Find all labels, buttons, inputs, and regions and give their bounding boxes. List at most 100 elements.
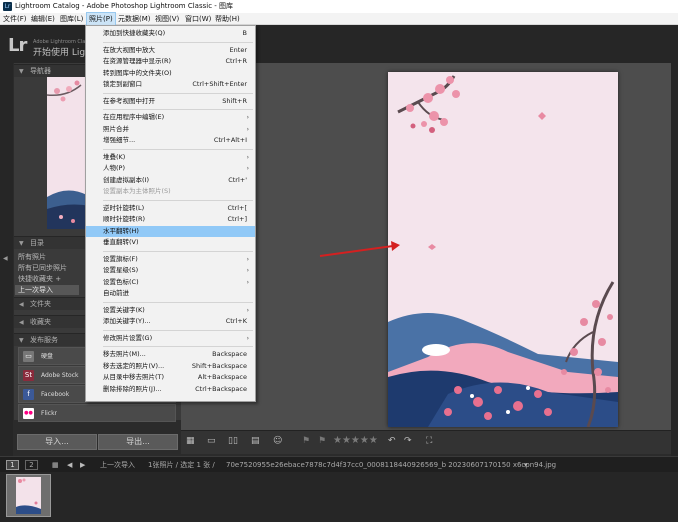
menu-item-label: 添加关键字(Y)... [103, 317, 151, 325]
menu-item-label: 移去选定的照片(V)... [103, 361, 165, 370]
photo-menu-item[interactable]: 在参考视图中打开 Shift+R [86, 96, 255, 107]
menu-item-label: 修改照片设置(G) [103, 333, 153, 342]
menu-item-shortcut: Ctrl+[ [227, 203, 247, 212]
survey-view-icon[interactable]: ▤ [251, 436, 260, 447]
menu-item-shortcut: Ctrl+] [227, 215, 247, 223]
rotate-left-icon[interactable]: ↶ [388, 436, 396, 447]
photo-menu-item[interactable]: 添加到快捷收藏夹(Q) B [86, 28, 255, 39]
menu-separator [103, 199, 253, 201]
menu-item-shortcut: Ctrl+Alt+I [213, 136, 247, 144]
photo-menu-item[interactable]: 添加关键字(Y)... Ctrl+K [86, 316, 255, 327]
page-2-button[interactable]: 2 [25, 460, 38, 470]
photo-menu-item[interactable]: 锁定到副窗口 Ctrl+Shift+Enter [86, 79, 255, 90]
menu-item-label: 逆时针旋转(L) [103, 203, 145, 212]
photo-menu-item[interactable]: 逆时针旋转(L) Ctrl+[ [86, 203, 255, 214]
filmstrip-source[interactable]: 上一次导入 [100, 457, 135, 473]
photo-menu-dropdown: 添加到快捷收藏夹(Q) B 在放大视图中放大 Enter 在资源管理器中显示(R) Ctr… [85, 25, 256, 402]
photo-menu-item[interactable]: 在放大视图中放大 Enter [86, 45, 255, 56]
menu-item-shortcut: Enter [229, 45, 247, 54]
photo-menu-item[interactable]: 移去照片(M)... Backspace [86, 349, 255, 360]
grid-view-icon[interactable]: ▦ [186, 436, 195, 447]
menu-separator [103, 329, 253, 331]
photo-menu-item[interactable]: 修改照片设置(G) › [86, 333, 255, 344]
reject-flag-icon[interactable]: ⚑ [318, 436, 326, 447]
photo-menu-item[interactable]: 从目录中移去照片(T) Alt+Backspace [86, 372, 255, 383]
menu-item-label: 顺时针旋转(R) [103, 215, 146, 223]
photo-menu-item[interactable]: 自动前进 [86, 288, 255, 299]
submenu-arrow-icon: › [246, 153, 249, 161]
forward-arrow-icon[interactable]: ▶ [80, 457, 85, 473]
crop-icon[interactable]: ⛶ [426, 436, 432, 447]
photo-menu-item[interactable]: 设置星级(S) › [86, 265, 255, 276]
menu-item-label: 水平翻转(H) [103, 226, 139, 235]
photo-menu-item[interactable]: 照片合并 › [86, 124, 255, 135]
filmstrip-count: 1张照片 / 选定 1 张 / [148, 461, 215, 469]
menu-item-label: 自动前进 [103, 289, 129, 297]
menu-item-label: 设置副本为主体照片(S) [103, 187, 171, 195]
menu-item-shortcut: Ctrl+' [228, 175, 247, 184]
photo-menu-item[interactable]: 删除排除的照片(J)... Ctrl+Backspace [86, 384, 255, 395]
menu-item-label: 添加到快捷收藏夹(Q) [103, 29, 166, 37]
menu-item-label: 设置关键字(K) [103, 305, 145, 314]
photo-menu-item[interactable]: 垂直翻转(V) [86, 237, 255, 248]
rotate-right-icon[interactable]: ↷ [404, 436, 412, 447]
photo-menu-item[interactable]: 堆叠(K) › [86, 152, 255, 163]
photo-menu-item[interactable]: 在资源管理器中显示(R) Ctrl+R [86, 56, 255, 67]
photo-menu-item[interactable]: 人物(P) › [86, 163, 255, 174]
submenu-arrow-icon: › [246, 255, 249, 263]
photo-menu-item[interactable]: 在应用程序中编辑(E) › [86, 112, 255, 123]
submenu-arrow-icon: › [246, 306, 249, 314]
submenu-arrow-icon: › [246, 125, 249, 133]
compare-view-icon[interactable]: ▯▯ [228, 436, 238, 447]
flag-icon[interactable]: ⚑ [302, 436, 310, 447]
menu-separator [103, 41, 253, 43]
menu-separator [103, 346, 253, 347]
submenu-arrow-icon: › [246, 165, 249, 172]
submenu-arrow-icon: › [246, 334, 249, 342]
menu-separator [103, 148, 253, 150]
page-1-button[interactable]: 1 [6, 460, 19, 470]
red-arrow-photo [319, 241, 400, 257]
menu-separator [103, 92, 253, 94]
photo-menu-item: 设置副本为主体照片(S) [86, 186, 255, 197]
menu-item-label: 转到图库中的文件夹(O) [103, 68, 172, 77]
submenu-arrow-icon: › [246, 114, 249, 121]
star-rating[interactable]: ★★★★★ [333, 435, 378, 446]
menu-item-label: 在放大视图中放大 [103, 45, 155, 54]
menu-item-shortcut: B [242, 29, 247, 37]
photo-menu-item[interactable]: 设置旗标(F) › [86, 254, 255, 265]
filmstrip-thumbnail[interactable] [16, 477, 41, 514]
filmstrip-bar: 1 2 ▦ ◀ ▶ 上一次导入 1张照片 / 选定 1 张 / 70e75209… [0, 456, 678, 472]
menu-item-label: 在应用程序中编辑(E) [103, 113, 165, 121]
menu-item-shortcut: Ctrl+Backspace [195, 384, 247, 393]
photo-menu-item[interactable]: 增强细节... Ctrl+Alt+I [86, 135, 255, 146]
photo-menu-item[interactable]: 移去选定的照片(V)... Shift+Backspace [86, 361, 255, 372]
menu-separator [103, 250, 253, 252]
menu-item-label: 在资源管理器中显示(R) [103, 57, 172, 65]
photo-menu-item[interactable]: 水平翻转(H) [86, 225, 255, 237]
menu-item-shortcut: Alt+Backspace [197, 373, 247, 381]
photo-menu-item[interactable]: 创建虚拟副本(I) Ctrl+' [86, 175, 255, 186]
submenu-arrow-icon: › [246, 278, 249, 286]
grid-icon[interactable]: ▦ [52, 457, 59, 473]
menu-item-shortcut: Shift+R [222, 96, 247, 105]
menu-item-label: 删除排除的照片(J)... [103, 384, 162, 393]
back-arrow-icon[interactable]: ◀ [67, 457, 72, 473]
menu-item-label: 增强细节... [103, 136, 136, 144]
filmstrip-filename: 70e7520955e26ebace7878c7d4f37cc0_0008118… [226, 461, 557, 469]
photo-menu-item[interactable]: 顺时针旋转(R) Ctrl+] [86, 214, 255, 225]
menu-item-label: 在参考视图中打开 [103, 96, 155, 105]
menu-item-shortcut: Ctrl+K [225, 317, 247, 325]
photo-menu-item[interactable]: 设置色标(C) › [86, 277, 255, 288]
photo-menu-item[interactable]: 设置关键字(K) › [86, 305, 255, 316]
menu-item-label: 照片合并 [103, 124, 129, 133]
menu-item-label: 移去照片(M)... [103, 350, 146, 358]
loupe-view-icon[interactable]: ▭ [207, 436, 216, 447]
menu-item-label: 从目录中移去照片(T) [103, 373, 165, 381]
menu-item-label: 人物(P) [103, 164, 125, 172]
photo-menu-item[interactable]: 转到图库中的文件夹(O) [86, 68, 255, 79]
menu-item-label: 创建虚拟副本(I) [103, 175, 149, 184]
menu-item-shortcut: Shift+Backspace [191, 361, 247, 370]
chevron-down-icon[interactable]: ▾ [524, 457, 528, 473]
people-view-icon[interactable]: ☺ [273, 436, 282, 447]
